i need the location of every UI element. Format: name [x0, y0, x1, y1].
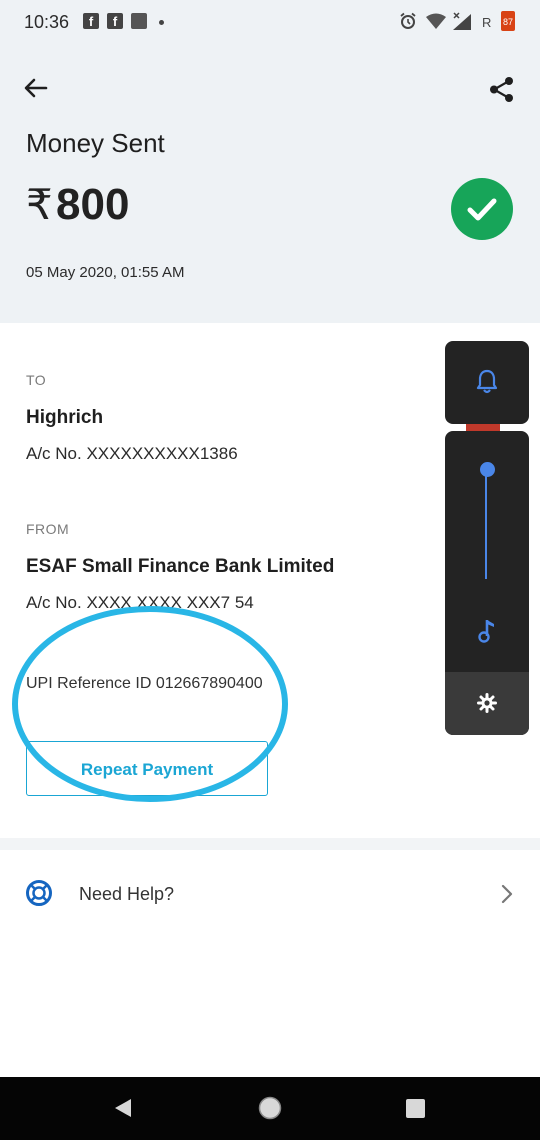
ringer-mode-button[interactable]: [445, 341, 529, 424]
sender-bank-name: ESAF Small Finance Bank Limited: [26, 556, 335, 577]
recipient-account: A/c No. XXXXXXXXXX1386: [26, 444, 238, 463]
back-arrow-icon[interactable]: [22, 74, 50, 102]
facebook-notification-icon: f: [107, 13, 123, 29]
lifebuoy-icon: [26, 880, 52, 906]
bell-icon: [476, 369, 498, 394]
roaming-indicator: R: [482, 15, 492, 30]
background-badge-peek: [466, 424, 500, 431]
battery-icon: 87: [501, 11, 515, 31]
music-note-icon: [478, 620, 494, 643]
section-divider: [0, 838, 540, 850]
volume-slider-track[interactable]: [485, 471, 487, 579]
nav-home-icon[interactable]: [258, 1096, 282, 1120]
currency-symbol: ₹: [26, 180, 53, 229]
from-label: FROM: [26, 521, 70, 537]
status-time: 10:36: [24, 12, 70, 32]
success-check-icon: [451, 178, 513, 240]
gear-icon: [477, 693, 497, 713]
volume-panel: [445, 431, 529, 735]
wifi-icon: [426, 13, 446, 29]
page-title: Money Sent: [26, 128, 165, 158]
amount-value: 800: [56, 180, 130, 229]
annotation-circle: [12, 606, 288, 802]
volume-settings-button[interactable]: [445, 672, 529, 735]
volume-slider-thumb[interactable]: [480, 462, 495, 477]
alarm-icon: [400, 12, 416, 29]
system-navigation-bar: [0, 1077, 540, 1140]
facebook-notification-icon: f: [83, 13, 99, 29]
more-notifications-icon: [159, 20, 164, 25]
image-notification-icon: [131, 13, 147, 29]
nav-back-icon[interactable]: [112, 1097, 134, 1119]
signal-icon: [453, 12, 471, 30]
need-help-label: Need Help?: [79, 884, 175, 904]
recipient-name: Highrich: [26, 407, 104, 428]
need-help-row[interactable]: Need Help?: [0, 852, 540, 936]
to-label: TO: [26, 372, 47, 388]
status-bar: 10:36 f f R 87: [0, 0, 540, 46]
nav-recents-icon[interactable]: [405, 1098, 426, 1119]
transaction-datetime: 05 May 2020, 01:55 AM: [26, 264, 185, 281]
chevron-right-icon: [501, 884, 513, 904]
share-icon[interactable]: [488, 76, 516, 104]
